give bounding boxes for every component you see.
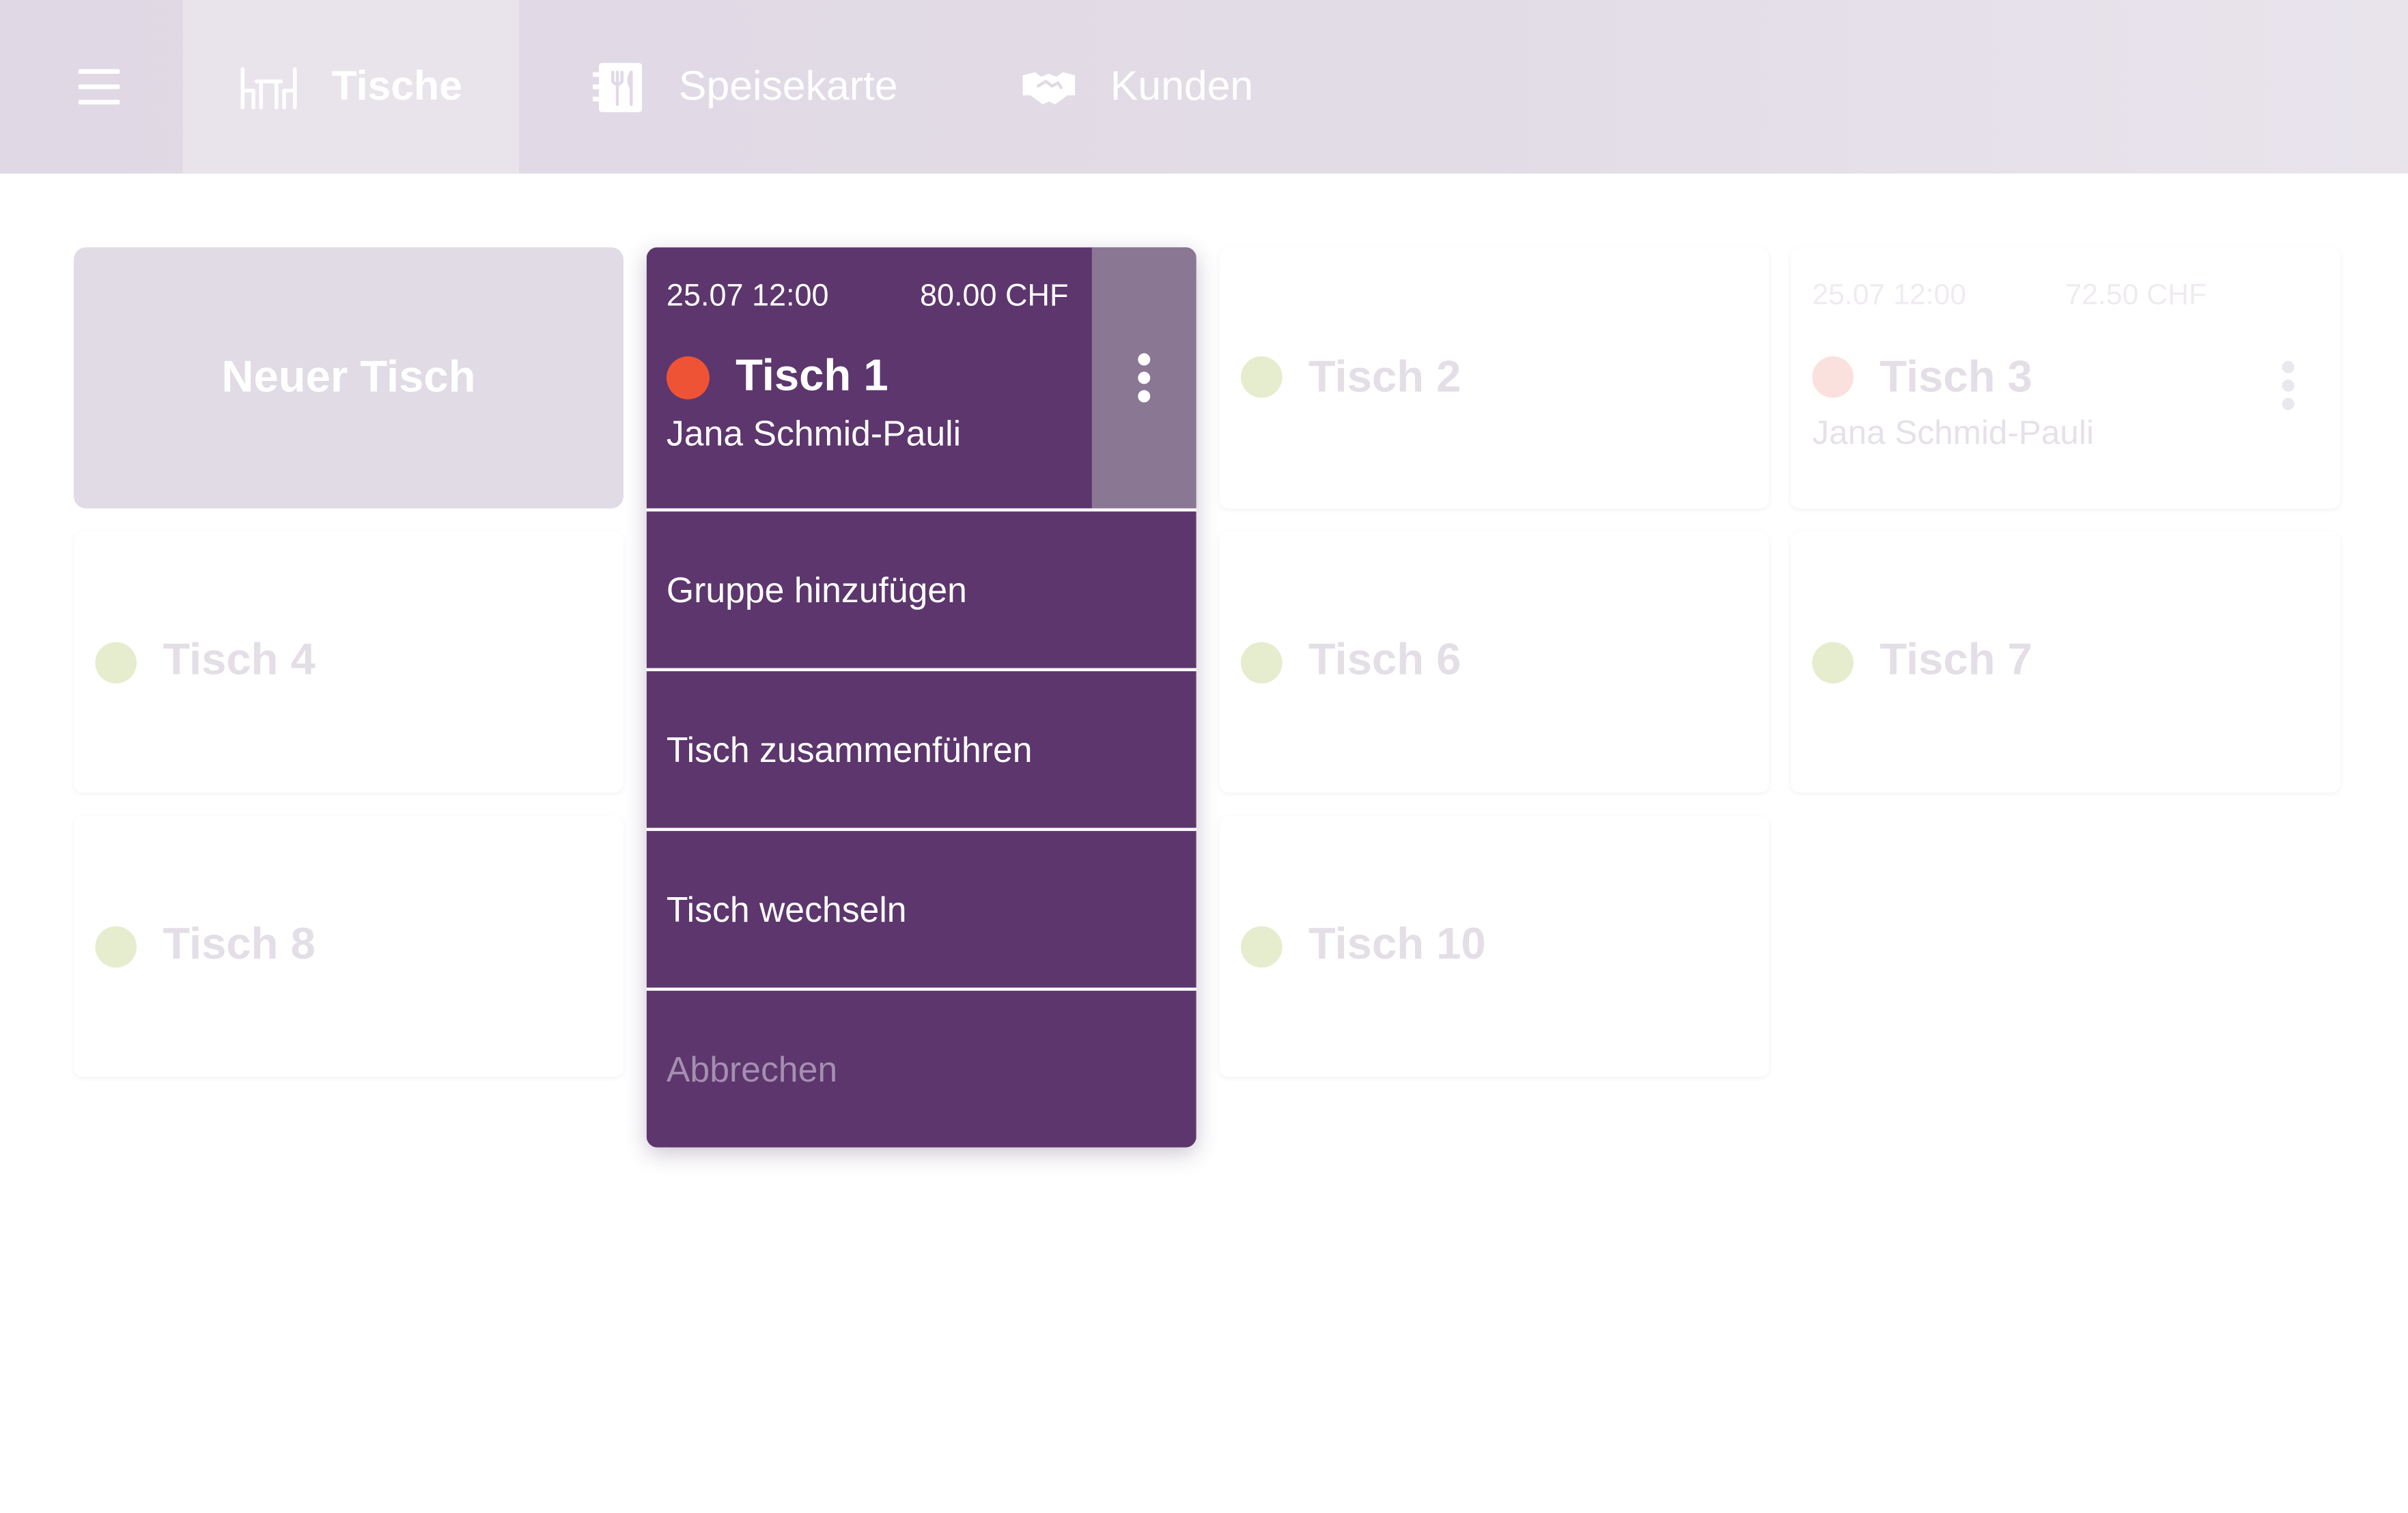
menu-item-label: Tisch wechseln	[666, 888, 907, 929]
table-name: Tisch 7	[1879, 636, 2032, 685]
cancel-button[interactable]: Abbrechen	[646, 991, 1196, 1148]
tab-speisekarte-label: Speisekarte	[678, 63, 898, 109]
hamburger-menu-icon[interactable]	[55, 51, 141, 121]
table-name: Tisch 4	[163, 636, 316, 685]
table-card-tisch-3[interactable]: 25.07 12:00 72.50 CHF Tisch 3 Jana Schmi…	[1790, 247, 2341, 509]
table-name: Tisch 1	[736, 352, 888, 401]
table-name: Tisch 2	[1308, 353, 1461, 403]
more-options-icon[interactable]	[2273, 355, 2304, 416]
status-dot-occupied	[666, 356, 710, 399]
tab-tische[interactable]: Tische	[182, 0, 520, 174]
table-amount: 72.50 CHF	[2065, 279, 2207, 312]
menu-item-label: Gruppe hinzufügen	[666, 569, 967, 610]
menu-card-fork-icon	[590, 59, 645, 115]
table-chairs-icon	[240, 63, 298, 109]
table-name: Tisch 8	[163, 920, 316, 970]
table-card-tisch-1[interactable]: 25.07 12:00 80.00 CHF Tisch 1 Jana Schmi…	[646, 247, 1196, 509]
table-card-tisch-7[interactable]: Tisch 7	[1790, 531, 2341, 793]
table-amount: 80.00 CHF	[919, 279, 1069, 313]
table-datetime: 25.07 12:00	[1812, 279, 1967, 312]
status-dot-free	[95, 642, 137, 684]
status-dot-free	[1812, 642, 1854, 684]
table-guest-name: Jana Schmid-Pauli	[666, 413, 962, 453]
menu-item-label: Tisch zusammenführen	[666, 729, 1033, 769]
top-navigation-bar: Tische Speisekarte Kunden	[0, 0, 2408, 174]
new-table-button[interactable]: Neuer Tisch	[73, 247, 624, 509]
status-dot-free	[1240, 642, 1283, 684]
table-card-tisch-8[interactable]: Tisch 8	[73, 815, 624, 1077]
more-options-icon	[1129, 347, 1160, 408]
cancel-label: Abbrechen	[666, 1048, 838, 1088]
table-name: Tisch 6	[1308, 636, 1461, 685]
table-card-tisch-4[interactable]: Tisch 4	[73, 531, 624, 793]
menu-item-change-table[interactable]: Tisch wechseln	[646, 831, 1196, 988]
menu-item-add-group[interactable]: Gruppe hinzufügen	[646, 511, 1196, 668]
status-dot-free	[1240, 926, 1283, 968]
tab-tische-label: Tische	[331, 63, 462, 109]
new-table-label: Neuer Tisch	[221, 352, 476, 402]
status-dot-free	[95, 926, 137, 968]
status-dot-free	[1240, 356, 1283, 398]
table-name: Tisch 3	[1879, 353, 2032, 403]
table-guest-name: Jana Schmid-Pauli	[1812, 413, 2094, 452]
table-name: Tisch 10	[1308, 920, 1486, 970]
menu-item-merge-tables[interactable]: Tisch zusammenführen	[646, 671, 1196, 828]
tab-speisekarte[interactable]: Speisekarte	[590, 0, 898, 173]
table-card-tisch-6[interactable]: Tisch 6	[1219, 531, 1769, 793]
tab-kunden[interactable]: Kunden	[1021, 0, 1253, 173]
table-datetime: 25.07 12:00	[666, 279, 829, 313]
table-card-tisch-1-expanded: 25.07 12:00 80.00 CHF Tisch 1 Jana Schmi…	[646, 247, 1196, 1148]
status-dot-occupied	[1812, 356, 1854, 398]
table-card-tisch-10[interactable]: Tisch 10	[1219, 815, 1769, 1077]
table-card-tisch-2[interactable]: Tisch 2	[1219, 247, 1769, 509]
more-options-button[interactable]	[1091, 247, 1196, 509]
tab-kunden-label: Kunden	[1110, 63, 1254, 109]
app-screen: Tische Speisekarte Kunden Neuer Tisch Ti…	[0, 0, 2408, 1513]
handshake-icon	[1021, 67, 1076, 107]
